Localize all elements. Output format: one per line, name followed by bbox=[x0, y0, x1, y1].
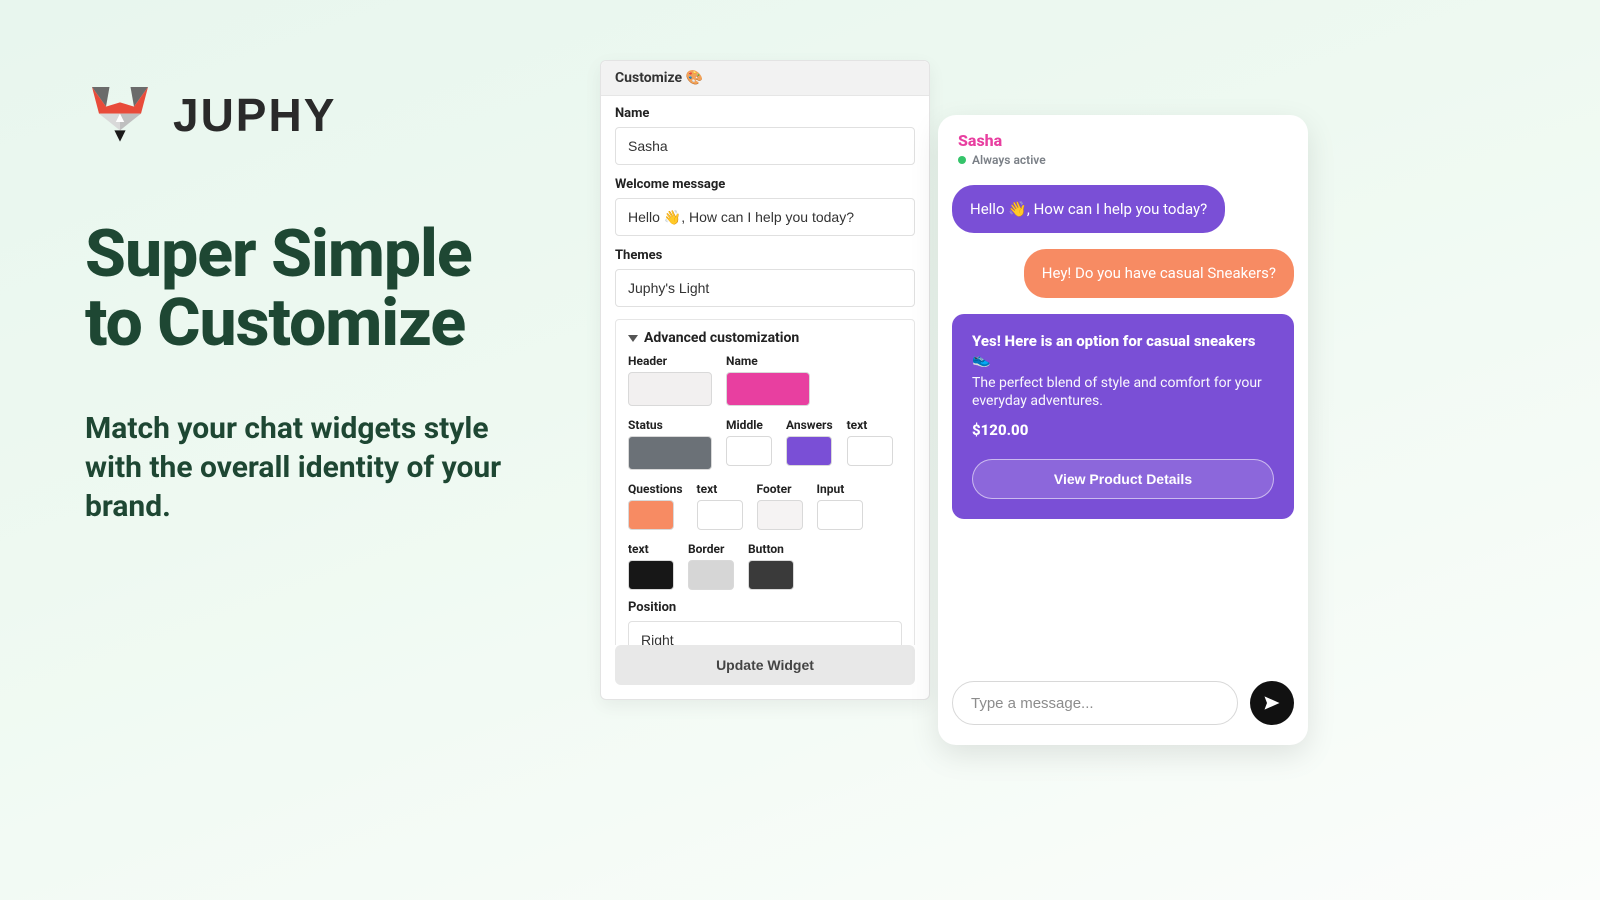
send-button[interactable] bbox=[1250, 681, 1294, 725]
swatch-label-answers-text: text bbox=[847, 418, 893, 432]
customize-panel: Customize 🎨 Name Welcome message Themes … bbox=[600, 60, 930, 700]
swatch-footer[interactable] bbox=[757, 500, 803, 530]
bot-message: Hello 👋, How can I help you today? bbox=[952, 185, 1225, 233]
swatch-answers-text[interactable] bbox=[847, 436, 893, 466]
swatch-label-questions-text: text bbox=[697, 482, 743, 496]
swatch-label-answers: Answers bbox=[786, 418, 833, 432]
product-price: $120.00 bbox=[972, 421, 1274, 439]
marketing-column: JUPHY Super Simple to Customize Match yo… bbox=[85, 80, 525, 526]
chat-body: Hello 👋, How can I help you today? Hey! … bbox=[938, 177, 1308, 665]
user-message: Hey! Do you have casual Sneakers? bbox=[1024, 249, 1294, 297]
swatch-answers[interactable] bbox=[786, 436, 832, 466]
chat-status: Always active bbox=[972, 153, 1046, 167]
send-icon bbox=[1262, 693, 1282, 713]
logo: JUPHY bbox=[85, 80, 525, 150]
welcome-label: Welcome message bbox=[615, 177, 915, 192]
position-select[interactable] bbox=[628, 621, 902, 645]
advanced-customization-box: Advanced customization Header Name Statu… bbox=[615, 319, 915, 645]
update-widget-button[interactable]: Update Widget bbox=[615, 645, 915, 685]
juphy-fox-icon bbox=[85, 80, 155, 150]
swatch-label-footer: Footer bbox=[757, 482, 803, 496]
swatch-questions-text[interactable] bbox=[697, 500, 743, 530]
headline: Super Simple to Customize bbox=[85, 220, 525, 359]
swatch-label-name: Name bbox=[726, 354, 810, 368]
chevron-down-icon bbox=[628, 335, 638, 342]
product-description: The perfect blend of style and comfort f… bbox=[972, 374, 1274, 412]
swatch-input-text[interactable] bbox=[628, 560, 674, 590]
themes-select[interactable] bbox=[615, 269, 915, 307]
swatch-label-input: Input bbox=[817, 482, 863, 496]
swatch-label-border: Border bbox=[688, 542, 734, 556]
product-card: Yes! Here is an option for casual sneake… bbox=[952, 314, 1294, 520]
message-input[interactable] bbox=[952, 681, 1238, 725]
position-label: Position bbox=[628, 600, 902, 615]
swatch-label-questions: Questions bbox=[628, 482, 683, 496]
swatch-label-status: Status bbox=[628, 418, 712, 432]
brand-name: JUPHY bbox=[173, 88, 336, 142]
chat-agent-name: Sasha bbox=[958, 131, 1288, 150]
status-dot-icon bbox=[958, 156, 966, 164]
themes-label: Themes bbox=[615, 248, 915, 263]
panel-title-text: Customize 🎨 bbox=[615, 70, 703, 86]
subheadline: Match your chat widgets style with the o… bbox=[85, 409, 525, 526]
name-input[interactable] bbox=[615, 127, 915, 165]
swatch-name[interactable] bbox=[726, 372, 810, 406]
swatch-grid: Header Name Status Middle Answers text Q… bbox=[628, 354, 902, 590]
panel-title: Customize 🎨 bbox=[601, 61, 929, 96]
swatch-label-header: Header bbox=[628, 354, 712, 368]
swatch-label-middle: Middle bbox=[726, 418, 772, 432]
name-label: Name bbox=[615, 106, 915, 121]
swatch-label-input-text: text bbox=[628, 542, 674, 556]
swatch-input[interactable] bbox=[817, 500, 863, 530]
chat-header: Sasha Always active bbox=[938, 115, 1308, 177]
swatch-questions[interactable] bbox=[628, 500, 674, 530]
swatch-button[interactable] bbox=[748, 560, 794, 590]
swatch-status[interactable] bbox=[628, 436, 712, 470]
swatch-label-button: Button bbox=[748, 542, 794, 556]
swatch-header[interactable] bbox=[628, 372, 712, 406]
swatch-border[interactable] bbox=[688, 560, 734, 590]
product-title: Yes! Here is an option for casual sneake… bbox=[972, 332, 1274, 368]
chat-footer bbox=[938, 665, 1308, 745]
advanced-label: Advanced customization bbox=[644, 330, 799, 346]
chat-widget-preview: Sasha Always active Hello 👋, How can I h… bbox=[938, 115, 1308, 745]
welcome-input[interactable] bbox=[615, 198, 915, 236]
swatch-middle[interactable] bbox=[726, 436, 772, 466]
advanced-toggle[interactable]: Advanced customization bbox=[628, 330, 902, 346]
view-product-button[interactable]: View Product Details bbox=[972, 459, 1274, 499]
